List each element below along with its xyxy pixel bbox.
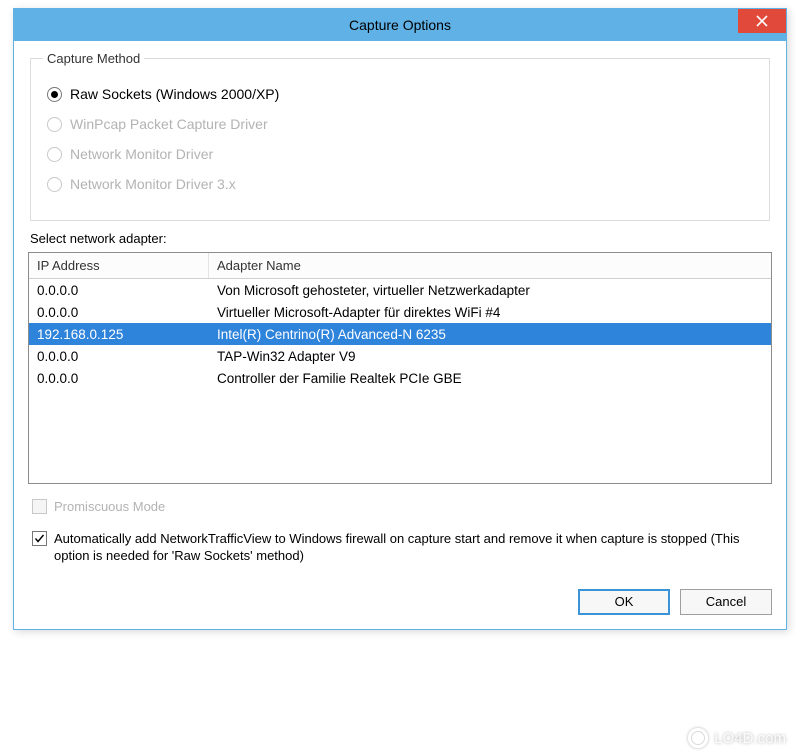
close-icon <box>756 15 768 27</box>
watermark-text: LO4D.com <box>714 730 786 747</box>
col-header-ip[interactable]: IP Address <box>29 253 209 278</box>
check-icon <box>34 533 45 544</box>
adapter-name: Controller der Familie Realtek PCIe GBE <box>209 371 771 386</box>
radio-raw-sockets[interactable]: Raw Sockets (Windows 2000/XP) <box>47 86 757 102</box>
adapter-list-header: IP Address Adapter Name <box>29 253 771 279</box>
adapter-listbox[interactable]: IP Address Adapter Name 0.0.0.0 Von Micr… <box>28 252 772 484</box>
radio-label: Raw Sockets (Windows 2000/XP) <box>70 86 279 102</box>
adapter-name: Virtueller Microsoft-Adapter für direkte… <box>209 305 771 320</box>
radio-label: Network Monitor Driver 3.x <box>70 176 236 192</box>
adapter-ip: 192.168.0.125 <box>29 327 209 342</box>
adapter-ip: 0.0.0.0 <box>29 349 209 364</box>
radio-winpcap: WinPcap Packet Capture Driver <box>47 116 757 132</box>
adapter-ip: 0.0.0.0 <box>29 371 209 386</box>
adapter-list-body: 0.0.0.0 Von Microsoft gehosteter, virtue… <box>29 279 771 389</box>
cancel-button[interactable]: Cancel <box>680 589 772 615</box>
radio-netmon3: Network Monitor Driver 3.x <box>47 176 757 192</box>
radio-icon <box>47 177 62 192</box>
capture-method-group: Capture Method Raw Sockets (Windows 2000… <box>30 51 770 221</box>
adapter-ip: 0.0.0.0 <box>29 283 209 298</box>
checkbox-icon <box>32 531 47 546</box>
adapter-ip: 0.0.0.0 <box>29 305 209 320</box>
adapter-row[interactable]: 0.0.0.0 Virtueller Microsoft-Adapter für… <box>29 301 771 323</box>
adapter-row-selected[interactable]: 192.168.0.125 Intel(R) Centrino(R) Advan… <box>29 323 771 345</box>
radio-icon <box>47 117 62 132</box>
capture-method-legend: Capture Method <box>43 51 144 66</box>
button-label: OK <box>615 594 634 609</box>
firewall-checkbox-row[interactable]: Automatically add NetworkTrafficView to … <box>32 530 772 565</box>
dialog-content: Capture Method Raw Sockets (Windows 2000… <box>14 41 786 629</box>
radio-label: WinPcap Packet Capture Driver <box>70 116 268 132</box>
capture-options-window: Capture Options Capture Method Raw Socke… <box>13 8 787 630</box>
ok-button[interactable]: OK <box>578 589 670 615</box>
adapter-row[interactable]: 0.0.0.0 Von Microsoft gehosteter, virtue… <box>29 279 771 301</box>
adapter-row[interactable]: 0.0.0.0 TAP-Win32 Adapter V9 <box>29 345 771 367</box>
adapter-name: Von Microsoft gehosteter, virtueller Net… <box>209 283 771 298</box>
window-title: Capture Options <box>349 17 451 33</box>
radio-icon <box>47 147 62 162</box>
radio-label: Network Monitor Driver <box>70 146 213 162</box>
close-button[interactable] <box>738 9 786 33</box>
globe-icon <box>688 728 708 748</box>
adapter-section-label: Select network adapter: <box>30 231 772 246</box>
promiscuous-checkbox-row: Promiscuous Mode <box>32 498 772 516</box>
watermark: LO4D.com <box>688 728 786 748</box>
radio-icon <box>47 87 62 102</box>
button-label: Cancel <box>706 594 746 609</box>
radio-netmon: Network Monitor Driver <box>47 146 757 162</box>
checkbox-icon <box>32 499 47 514</box>
col-header-name[interactable]: Adapter Name <box>209 253 771 278</box>
adapter-name: TAP-Win32 Adapter V9 <box>209 349 771 364</box>
adapter-row[interactable]: 0.0.0.0 Controller der Familie Realtek P… <box>29 367 771 389</box>
checkbox-label: Promiscuous Mode <box>54 498 165 516</box>
adapter-name: Intel(R) Centrino(R) Advanced-N 6235 <box>209 327 771 342</box>
dialog-button-row: OK Cancel <box>28 589 772 615</box>
checkbox-label: Automatically add NetworkTrafficView to … <box>54 530 772 565</box>
titlebar: Capture Options <box>14 9 786 41</box>
